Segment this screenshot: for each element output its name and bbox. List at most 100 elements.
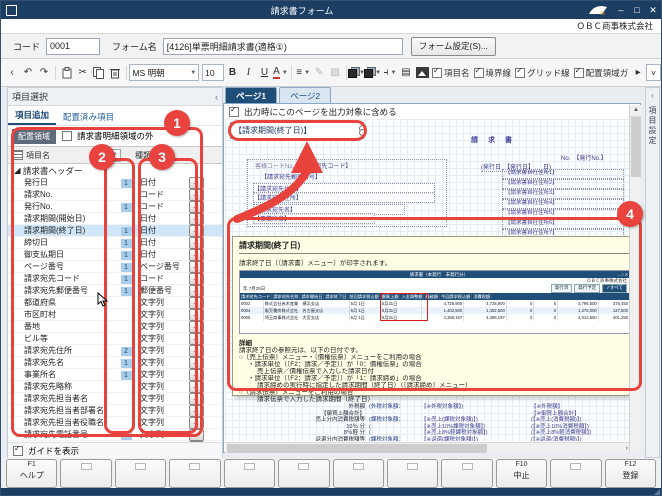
function-key-button[interactable] bbox=[550, 459, 601, 488]
scroll-up-icon[interactable]: ▲ bbox=[630, 105, 642, 117]
function-key-button[interactable] bbox=[278, 459, 329, 488]
undo-icon[interactable]: ↶ bbox=[21, 65, 35, 81]
add-item-arrow-button[interactable]: → bbox=[189, 225, 204, 237]
toggle-border-line[interactable]: 境界線 bbox=[474, 67, 512, 79]
function-key-button[interactable]: F10 中止 bbox=[496, 459, 547, 488]
add-item-arrow-button[interactable]: → bbox=[189, 393, 204, 405]
list-item[interactable]: 請求宛先ＦＡＸ番号 1 文字列 → bbox=[8, 441, 222, 442]
list-item[interactable]: 市区町村 文字列 → bbox=[8, 309, 222, 321]
align-objects-icon[interactable]: ⫞▼ bbox=[383, 65, 397, 81]
placement-area-button[interactable]: 配置領域 bbox=[12, 129, 56, 144]
maximize-button[interactable]: □ bbox=[629, 1, 645, 19]
font-color-button[interactable]: A▼ bbox=[273, 65, 287, 81]
list-item[interactable]: 事業所名 1 文字列 → bbox=[8, 369, 222, 381]
scroll-right-icon[interactable]: › bbox=[626, 443, 628, 454]
list-item[interactable]: 発行日 1 日付 → bbox=[8, 177, 222, 189]
add-item-arrow-button[interactable]: → bbox=[189, 189, 204, 201]
outside-detail-checkbox[interactable] bbox=[62, 131, 72, 141]
group-invoice-header[interactable]: ◢ 請求書ヘッダー bbox=[8, 164, 222, 177]
list-item[interactable]: 請求宛先郵便番号 1 郵便番号 → bbox=[8, 285, 222, 297]
function-key-button[interactable]: F12 登録 bbox=[605, 459, 656, 488]
toolbar-options-icon[interactable]: ˅ bbox=[646, 64, 661, 81]
add-item-arrow-button[interactable]: → bbox=[189, 441, 204, 443]
list-item[interactable]: 都道府県 文字列 → bbox=[8, 297, 222, 309]
form-settings-button[interactable]: フォーム設定(S)... bbox=[411, 37, 496, 56]
italic-button[interactable]: I bbox=[241, 65, 255, 81]
canvas-horizontal-scrollbar[interactable]: › bbox=[225, 442, 629, 453]
add-item-arrow-button[interactable]: → bbox=[189, 261, 204, 273]
add-item-arrow-button[interactable]: → bbox=[189, 405, 204, 417]
font-size-select[interactable]: 10 bbox=[202, 64, 224, 81]
function-key-button[interactable] bbox=[441, 459, 492, 488]
tab-page2[interactable]: ページ2 bbox=[279, 87, 331, 103]
toggle-grid-line[interactable]: グリッド線 bbox=[515, 67, 570, 79]
toolbar-scroll-left-icon[interactable]: ‹ bbox=[5, 65, 19, 81]
insert-image-icon[interactable] bbox=[415, 65, 429, 81]
add-item-arrow-button[interactable]: → bbox=[189, 381, 204, 393]
function-key-button[interactable] bbox=[224, 459, 275, 488]
function-key-button[interactable] bbox=[169, 459, 220, 488]
tab-page1[interactable]: ページ1 bbox=[225, 87, 277, 103]
tab-add-item[interactable]: 項目追加 bbox=[8, 107, 56, 125]
expand-panel-icon[interactable]: ‹ bbox=[646, 88, 659, 100]
list-item[interactable]: 請求宛先担当者部署名 文字列 → bbox=[8, 405, 222, 417]
list-item[interactable]: ページ番号 1 ページ番号 → bbox=[8, 261, 222, 273]
add-item-arrow-button[interactable]: → bbox=[189, 213, 204, 225]
add-item-arrow-button[interactable]: → bbox=[189, 357, 204, 369]
function-key-button[interactable] bbox=[333, 459, 384, 488]
add-item-arrow-button[interactable]: → bbox=[189, 321, 204, 333]
list-item[interactable]: 番地 文字列 → bbox=[8, 321, 222, 333]
align-text-button[interactable]: ≡▼ bbox=[296, 65, 310, 81]
code-input[interactable]: 0001 bbox=[46, 38, 100, 55]
list-item[interactable]: 請求宛先担当者役職名 文字列 → bbox=[8, 417, 222, 429]
minimize-button[interactable]: – bbox=[613, 1, 629, 19]
resize-grip[interactable] bbox=[653, 489, 660, 496]
list-item[interactable]: 御支払期日 1 日付 → bbox=[8, 249, 222, 261]
selection-handle[interactable] bbox=[359, 129, 366, 136]
list-item[interactable]: 請求期間(開始日) 日付 → bbox=[8, 213, 222, 225]
function-key-button[interactable]: F1 ヘルプ bbox=[6, 459, 57, 488]
add-item-arrow-button[interactable]: → bbox=[189, 249, 204, 261]
list-item[interactable]: 発行No. 1 コード → bbox=[8, 201, 222, 213]
bold-button[interactable]: B bbox=[225, 65, 239, 81]
toggle-area-guide[interactable]: 配置領域ガ bbox=[574, 67, 629, 79]
add-item-arrow-button[interactable]: → bbox=[189, 201, 204, 213]
canvas-vertical-scrollbar[interactable]: ▲ bbox=[629, 105, 641, 453]
list-item[interactable]: 請求宛先電話番号 1 文字列 → bbox=[8, 429, 222, 441]
add-item-arrow-button[interactable]: → bbox=[189, 369, 204, 381]
add-item-arrow-button[interactable]: → bbox=[189, 285, 204, 297]
vertical-scroll-thumb[interactable] bbox=[631, 117, 641, 177]
add-item-arrow-button[interactable]: → bbox=[189, 429, 204, 441]
list-item[interactable]: 請求宛先コード 1 コード → bbox=[8, 273, 222, 285]
function-key-button[interactable] bbox=[115, 459, 166, 488]
font-family-select[interactable]: MS 明朝▼ bbox=[129, 64, 199, 81]
add-item-arrow-button[interactable]: → bbox=[189, 237, 204, 249]
horizontal-scroll-thumb[interactable] bbox=[227, 444, 487, 453]
add-item-arrow-button[interactable]: → bbox=[189, 417, 204, 429]
toolbar-overflow-icon[interactable]: ▸ bbox=[631, 65, 645, 81]
add-item-arrow-button[interactable]: → bbox=[189, 345, 204, 357]
add-item-arrow-button[interactable]: → bbox=[189, 333, 204, 345]
toggle-item-name[interactable]: 項目名 bbox=[432, 67, 470, 79]
list-item[interactable]: 請求宛先略称 文字列 → bbox=[8, 381, 222, 393]
tab-placed-items[interactable]: 配置済み項目 bbox=[56, 109, 121, 125]
add-item-arrow-button[interactable]: → bbox=[189, 273, 204, 285]
form-name-input[interactable]: [4126]単票明細請求書(適格①) bbox=[163, 38, 403, 55]
panel-collapse-icon[interactable]: ‹ bbox=[215, 92, 218, 102]
function-key-button[interactable] bbox=[387, 459, 438, 488]
item-settings-strip[interactable]: ‹ 項目設定 bbox=[645, 87, 660, 458]
underline-button[interactable]: U bbox=[257, 65, 271, 81]
list-item[interactable]: 請求宛先名 1 文字列 → bbox=[8, 357, 222, 369]
add-item-arrow-button[interactable]: → bbox=[189, 297, 204, 309]
list-item[interactable]: 請求No. コード → bbox=[8, 189, 222, 201]
show-guide-checkbox[interactable] bbox=[13, 446, 23, 456]
cut-icon[interactable]: ✂ bbox=[76, 65, 90, 81]
list-item[interactable]: 請求宛先担当者名 文字列 → bbox=[8, 393, 222, 405]
bring-front-icon[interactable]: ▼ bbox=[351, 65, 365, 81]
delete-icon[interactable] bbox=[108, 65, 122, 81]
add-item-arrow-button[interactable]: → bbox=[189, 309, 204, 321]
list-item[interactable]: ビル等 文字列 → bbox=[8, 333, 222, 345]
add-item-arrow-button[interactable]: → bbox=[189, 177, 204, 189]
paste-icon[interactable] bbox=[60, 65, 74, 81]
copy-icon[interactable] bbox=[92, 65, 106, 81]
